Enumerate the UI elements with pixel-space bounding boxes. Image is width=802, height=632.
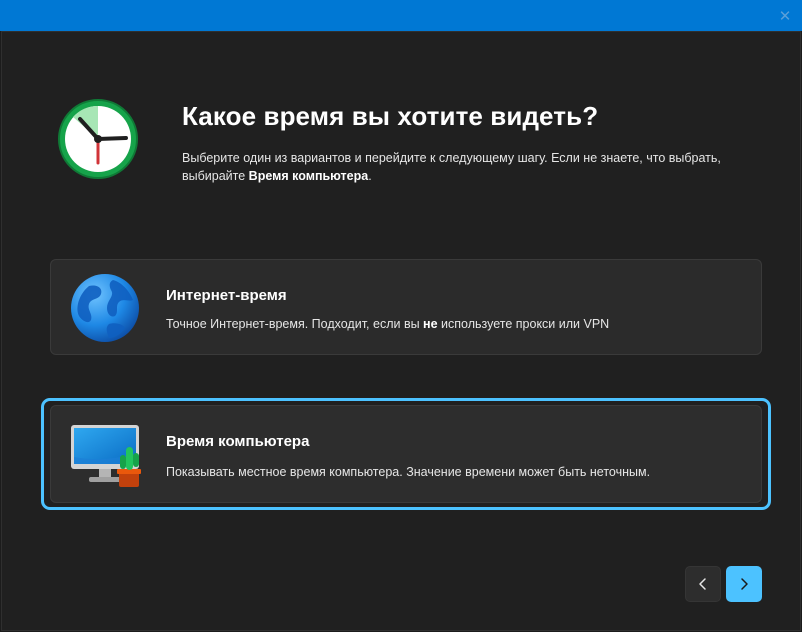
option-internet-description: Точное Интернет-время. Подходит, если вы… (166, 317, 609, 331)
desc-bold: не (423, 317, 438, 331)
option-computer-time[interactable]: Время компьютера Показывать местное врем… (50, 405, 762, 503)
option-internet-time[interactable]: Интернет-время Точное Интернет-время. По… (50, 259, 762, 355)
description-end: . (368, 169, 372, 183)
title-bar: ✕ (0, 0, 802, 31)
close-icon: ✕ (778, 6, 792, 25)
desc-text-1: Точное Интернет-время. Подходит, если вы (166, 317, 424, 331)
chevron-left-icon (699, 578, 706, 590)
page-description: Выберите один из вариантов и перейдите к… (182, 149, 782, 185)
option-computer-description: Показывать местное время компьютера. Зна… (166, 465, 651, 479)
desc-text-2: используете прокси или VPN (437, 317, 610, 331)
option-internet-title: Интернет-время (166, 287, 287, 304)
chevron-right-icon (741, 578, 748, 590)
next-button[interactable] (726, 566, 762, 602)
page-title: Какое время вы хотите видеть? (182, 101, 599, 131)
description-bold: Время компьютера (248, 169, 369, 183)
computer-icon (71, 425, 141, 487)
back-button[interactable] (685, 566, 721, 602)
close-button[interactable]: ✕ (768, 0, 802, 31)
clock-icon (58, 99, 138, 179)
option-computer-title: Время компьютера (166, 433, 310, 450)
globe-icon (71, 274, 139, 342)
